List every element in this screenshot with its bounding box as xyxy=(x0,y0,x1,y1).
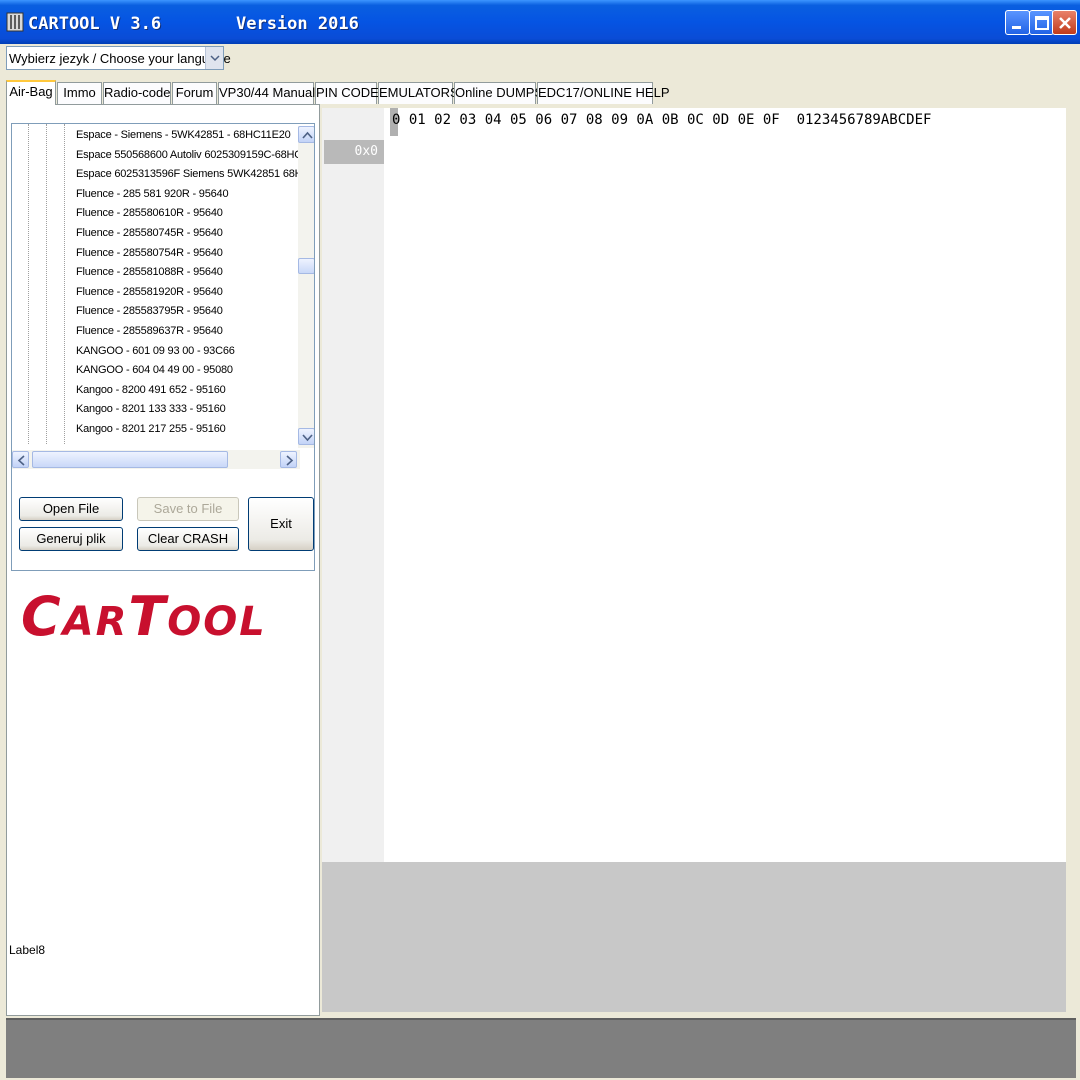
logo-letters: OOL xyxy=(167,599,267,645)
tab-vp30-manuals[interactable]: VP30/44 Manuals xyxy=(218,82,322,104)
logo-letter: T xyxy=(128,585,168,648)
chevron-down-icon xyxy=(302,434,313,442)
tree-items: Espace - Siemens - 5WK42851 - 68HC11E20 … xyxy=(76,126,302,440)
chevron-up-icon xyxy=(302,131,313,139)
tab-pin-code[interactable]: PIN CODE xyxy=(315,82,379,104)
hex-offset-label: 0x0 xyxy=(324,140,384,164)
tree-item[interactable]: Fluence - 285580745R - 95640 xyxy=(76,224,302,244)
tab-forum[interactable]: Forum xyxy=(172,82,217,104)
tree-item[interactable]: KANGOO - 604 04 49 00 - 95080 xyxy=(76,361,302,381)
cartool-logo: CARTOOL xyxy=(21,585,267,648)
tree-guide-line xyxy=(28,124,29,444)
tab-edc17-online-help[interactable]: EDC17/ONLINE HELP xyxy=(537,82,670,104)
tree-guide-line xyxy=(64,124,65,444)
tree-item[interactable]: Kangoo - 8200 491 652 - 95160 xyxy=(76,381,302,401)
tree-item[interactable]: Fluence - 285 581 920R - 95640 xyxy=(76,185,302,205)
tree-item[interactable]: KANGOO - 601 09 93 00 - 93C66 xyxy=(76,342,302,362)
tree-vertical-scrollbar[interactable] xyxy=(298,126,314,448)
scroll-down-button[interactable] xyxy=(298,428,314,445)
cartool-window: { "window": { "title": "CARTOOL V 3.6", … xyxy=(0,0,1080,1080)
chevron-down-icon xyxy=(210,55,220,62)
tree-item[interactable]: Espace 550568600 Autoliv 6025309159C-68H… xyxy=(76,146,302,166)
scroll-right-button[interactable] xyxy=(280,451,297,468)
tree-item[interactable]: Fluence - 285581088R - 95640 xyxy=(76,263,302,283)
clear-crash-button[interactable]: Clear CRASH xyxy=(137,527,239,551)
window-version: Version 2016 xyxy=(236,14,359,34)
maximize-button[interactable] xyxy=(1029,10,1054,35)
exit-button[interactable]: Exit xyxy=(248,497,314,551)
tree-guide-line xyxy=(46,124,47,444)
logo-letters: AR xyxy=(62,599,129,645)
hex-offset-gutter xyxy=(322,108,384,862)
logo-letter: C xyxy=(21,585,63,648)
tab-air-bag[interactable]: Air-Bag xyxy=(6,80,56,105)
minimize-button[interactable] xyxy=(1005,10,1030,35)
tree-item[interactable]: Fluence - 285580754R - 95640 xyxy=(76,244,302,264)
hex-editor-footer-area xyxy=(322,862,1066,1012)
language-select-value: Wybierz jezyk / Choose your language xyxy=(9,51,231,66)
language-dropdown-button[interactable] xyxy=(205,47,223,69)
tab-online-dumps[interactable]: Online DUMPS xyxy=(454,82,543,104)
tree-item[interactable]: Espace 6025313596F Siemens 5WK42851 68HC… xyxy=(76,165,302,185)
tree-item[interactable]: Fluence - 285581920R - 95640 xyxy=(76,283,302,303)
tree-item[interactable]: Kangoo - 8201 217 255 - 95160 xyxy=(76,420,302,440)
minimize-icon xyxy=(1012,26,1021,29)
open-file-button[interactable]: Open File xyxy=(19,497,123,521)
tab-radio-code[interactable]: Radio-code xyxy=(103,82,171,104)
save-to-file-button[interactable]: Save to File xyxy=(137,497,239,521)
hex-editor[interactable]: 0x0 0 01 02 03 04 05 06 07 08 09 0A 0B 0… xyxy=(322,108,1066,862)
label8-text: Label8 xyxy=(9,943,46,957)
app-icon xyxy=(6,12,24,32)
scroll-up-button[interactable] xyxy=(298,126,314,143)
scroll-left-button[interactable] xyxy=(12,451,29,468)
airbag-panel: Espace - Siemens - 5WK42851 - 68HC11E20 … xyxy=(6,104,320,1016)
chevron-right-icon xyxy=(286,455,294,466)
scroll-thumb[interactable] xyxy=(298,258,314,274)
title-bar: CARTOOL V 3.6 Version 2016 xyxy=(0,0,1080,44)
hex-column-header: 0 01 02 03 04 05 06 07 08 09 0A 0B 0C 0D… xyxy=(392,112,932,128)
generate-file-button[interactable]: Generuj plik xyxy=(19,527,123,551)
tree-item[interactable]: Fluence - 285589637R - 95640 xyxy=(76,322,302,342)
tree-item[interactable]: Espace - Siemens - 5WK42851 - 68HC11E20 xyxy=(76,126,302,146)
close-button[interactable] xyxy=(1052,10,1077,35)
horizontal-scroll-thumb[interactable] xyxy=(32,451,228,468)
tree-item[interactable]: Fluence - 285583795R - 95640 xyxy=(76,302,302,322)
status-bar xyxy=(6,1018,1076,1078)
chevron-left-icon xyxy=(17,455,25,466)
tab-immo[interactable]: Immo xyxy=(57,82,102,104)
tree-item[interactable]: Fluence - 285580610R - 95640 xyxy=(76,204,302,224)
window-title: CARTOOL V 3.6 xyxy=(28,14,162,34)
tree-horizontal-scrollbar[interactable] xyxy=(12,450,300,469)
tab-emulators[interactable]: EMULATORS xyxy=(378,82,459,104)
tree-item[interactable]: Kangoo - 8201 133 333 - 95160 xyxy=(76,400,302,420)
language-select[interactable]: Wybierz jezyk / Choose your language xyxy=(6,46,231,70)
close-icon xyxy=(1059,17,1071,29)
